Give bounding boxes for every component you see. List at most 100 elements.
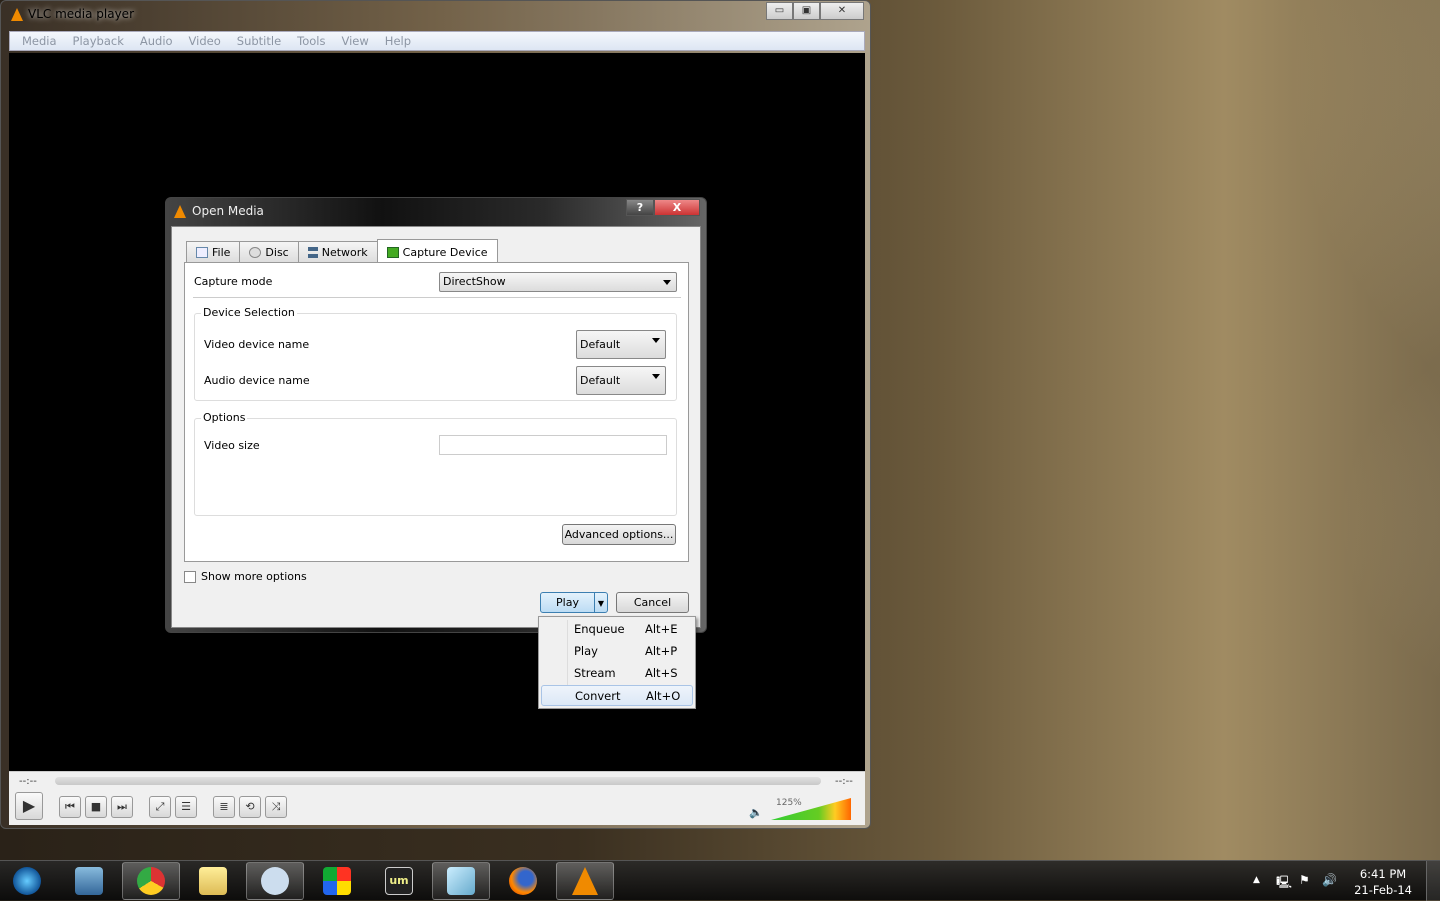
playlist-icon: ≣ [219, 800, 229, 813]
action-center-flag-icon[interactable]: ⚑ [1299, 873, 1310, 887]
play-button[interactable]: Play [540, 592, 595, 613]
clock-time: 6:41 PM [1359, 867, 1407, 881]
menu-tools[interactable]: Tools [289, 32, 333, 50]
device-selection-group: Device Selection Video device name Defau… [194, 306, 677, 401]
device-selection-title: Device Selection [201, 306, 297, 319]
video-size-input[interactable] [439, 435, 667, 455]
menu-video[interactable]: Video [181, 32, 229, 50]
tab-network[interactable]: Network [297, 241, 378, 263]
start-button[interactable] [0, 862, 54, 900]
playlist-button[interactable]: ≣ [213, 796, 235, 818]
fullscreen-icon: ⤢ [155, 800, 165, 813]
capture-panel: Capture mode DirectShow Device Selection… [184, 262, 689, 562]
minimize-button[interactable]: ▭ [766, 2, 793, 20]
dialog-title: Open Media [192, 204, 264, 218]
windows-logo-icon [13, 867, 41, 895]
disc-icon [249, 247, 262, 258]
help-button[interactable]: ? [626, 199, 654, 216]
taskbar-firefox[interactable] [494, 862, 552, 900]
tab-label: File [212, 246, 231, 259]
menu-help[interactable]: Help [377, 32, 419, 50]
dialog-close-button[interactable]: X [654, 199, 700, 216]
menu-item-label: Convert [575, 689, 621, 703]
taskbar-vlc[interactable] [556, 862, 614, 900]
volume-slider[interactable]: 125% [771, 798, 851, 820]
play-dropdown-menu: Enqueue Alt+E Play Alt+P Stream Alt+S Conve… [538, 616, 696, 709]
network-tray-icon[interactable]: 🖳 [1276, 873, 1292, 894]
vlc-titlebar: VLC media player [11, 7, 134, 21]
speaker-icon[interactable]: 🔈 [749, 806, 763, 819]
menu-media[interactable]: Media [14, 32, 65, 50]
menu-audio[interactable]: Audio [132, 32, 181, 50]
audio-device-select[interactable]: Default [576, 366, 666, 395]
previous-icon: ⏮ [65, 800, 75, 813]
volume-label: 125% [776, 798, 802, 808]
capture-mode-select[interactable]: DirectShow [439, 272, 677, 292]
show-hidden-icons-button[interactable]: ▲ [1253, 875, 1260, 885]
open-media-dialog: Open Media ? X File Disc Network Capture… [165, 197, 707, 633]
menu-bar: Media Playback Audio Video Subtitle Tool… [9, 31, 865, 51]
tab-capture-device[interactable]: Capture Device [376, 239, 498, 264]
taskbar-explorer[interactable] [184, 862, 242, 900]
menu-item-label: Stream [574, 666, 616, 680]
play-dropdown-button[interactable]: ▼ [594, 592, 608, 613]
volume-tray-icon[interactable]: 🔊 [1322, 873, 1337, 887]
fullscreen-button[interactable]: ⤢ [149, 796, 171, 818]
extended-settings-button[interactable]: ☰ [175, 796, 197, 818]
menu-item-label: Play [574, 644, 598, 658]
cancel-button[interactable]: Cancel [616, 592, 689, 613]
menu-view[interactable]: View [334, 32, 377, 50]
video-device-label: Video device name [204, 338, 310, 351]
menu-item-shortcut: Alt+O [646, 689, 681, 703]
previous-button[interactable]: ⏮ [59, 796, 81, 818]
menu-item-shortcut: Alt+S [645, 666, 678, 680]
taskbar-clock[interactable]: 6:41 PM 21-Feb-14 [1354, 866, 1412, 898]
options-group: Options Video size [194, 411, 677, 516]
random-button[interactable]: ⤨ [265, 796, 287, 818]
total-time: --:-- [835, 776, 853, 787]
capture-icon [386, 246, 399, 258]
menu-item-convert[interactable]: Convert Alt+O [541, 685, 693, 706]
play-button[interactable]: ▶ [15, 792, 43, 820]
next-button[interactable]: ⏭ [111, 796, 133, 818]
paint-icon [261, 867, 289, 895]
tab-label: Disc [265, 246, 289, 259]
stop-button[interactable]: ■ [85, 796, 107, 818]
tab-disc[interactable]: Disc [239, 241, 299, 263]
taskbar-notepad[interactable] [432, 862, 490, 900]
taskbar-app-grid[interactable] [308, 862, 366, 900]
tab-file[interactable]: File [186, 241, 241, 263]
menu-playback[interactable]: Playback [65, 32, 132, 50]
menu-subtitle[interactable]: Subtitle [229, 32, 289, 50]
menu-item-stream[interactable]: Stream Alt+S [541, 663, 693, 684]
taskbar-media-player[interactable] [60, 862, 118, 900]
menu-item-enqueue[interactable]: Enqueue Alt+E [541, 619, 693, 640]
show-desktop-button[interactable] [1426, 861, 1440, 901]
audio-device-label: Audio device name [204, 374, 310, 387]
loop-button[interactable]: ⟲ [239, 796, 261, 818]
taskbar-ultramixer[interactable]: um [370, 862, 428, 900]
control-bar: --:-- --:-- ▶ ⏮ ■ ⏭ ⤢ ☰ ≣ ⟲ ⤨ 🔈 125% [9, 771, 865, 825]
advanced-options-button[interactable]: Advanced options... [562, 524, 676, 545]
seek-slider[interactable] [55, 777, 821, 785]
show-more-label[interactable]: Show more options [201, 570, 307, 583]
taskbar: um ▲ 🖳 ⚑ 🔊 6:41 PM 21-Feb-14 [0, 860, 1440, 901]
options-title: Options [201, 411, 248, 424]
menu-item-label: Enqueue [574, 622, 625, 636]
taskbar-chrome[interactable] [122, 862, 180, 900]
shuffle-icon: ⤨ [271, 800, 281, 813]
play-icon: ▶ [22, 796, 36, 815]
video-device-select[interactable]: Default [576, 330, 666, 359]
taskbar-paint[interactable] [246, 862, 304, 900]
app-grid-icon [323, 867, 351, 895]
vlc-icon [572, 867, 598, 895]
clock-date: 21-Feb-14 [1354, 883, 1412, 897]
video-size-label: Video size [204, 439, 260, 452]
menu-item-shortcut: Alt+P [645, 644, 678, 658]
show-more-checkbox[interactable] [184, 570, 196, 583]
tab-label: Capture Device [402, 245, 488, 259]
menu-item-play[interactable]: Play Alt+P [541, 641, 693, 662]
stop-icon: ■ [90, 800, 102, 813]
close-button[interactable]: ✕ [820, 2, 864, 20]
maximize-button[interactable]: ▣ [793, 2, 820, 20]
